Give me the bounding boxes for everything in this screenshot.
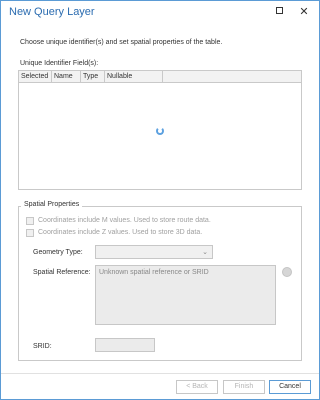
table-header: Selected Name Type Nullable: [19, 71, 301, 83]
chevron-down-icon: ⌄: [202, 249, 208, 256]
cancel-button[interactable]: Cancel: [269, 380, 311, 394]
srid-field[interactable]: [95, 338, 155, 352]
spatial-reference-field[interactable]: Unknown spatial reference or SRID: [95, 265, 276, 325]
maximize-icon: [275, 7, 283, 14]
column-header-name[interactable]: Name: [52, 71, 81, 83]
srid-label: SRID:: [33, 343, 52, 350]
loading-spinner-icon: [156, 127, 164, 135]
finish-button[interactable]: Finish: [223, 380, 265, 394]
title-bar: New Query Layer ✕: [1, 1, 319, 23]
z-values-checkbox[interactable]: [26, 229, 34, 237]
z-values-label: Coordinates include Z values. Used to st…: [38, 229, 203, 236]
dialog-title: New Query Layer: [9, 6, 95, 18]
column-header-type[interactable]: Type: [81, 71, 105, 83]
close-button[interactable]: ✕: [297, 5, 311, 19]
maximize-button[interactable]: [272, 5, 286, 19]
spatial-reference-label: Spatial Reference:: [33, 269, 91, 276]
instruction-text: Choose unique identifier(s) and set spat…: [20, 39, 223, 46]
m-values-checkbox[interactable]: [26, 217, 34, 225]
spatial-reference-picker-button[interactable]: [282, 267, 292, 277]
close-icon: ✕: [299, 6, 309, 18]
column-header-nullable[interactable]: Nullable: [105, 71, 163, 83]
geometry-type-select[interactable]: ⌄: [95, 245, 213, 259]
spatial-properties-label: Spatial Properties: [21, 201, 83, 208]
unique-identifier-label: Unique Identifier Field(s):: [20, 60, 99, 67]
back-button[interactable]: < Back: [176, 380, 218, 394]
geometry-type-label: Geometry Type:: [33, 249, 83, 256]
spatial-reference-value: Unknown spatial reference or SRID: [99, 269, 209, 276]
m-values-label: Coordinates include M values. Used to st…: [38, 217, 211, 224]
footer-divider: [1, 373, 319, 374]
column-header-selected[interactable]: Selected: [19, 71, 52, 83]
new-query-layer-dialog: New Query Layer ✕ Choose unique identifi…: [0, 0, 320, 400]
